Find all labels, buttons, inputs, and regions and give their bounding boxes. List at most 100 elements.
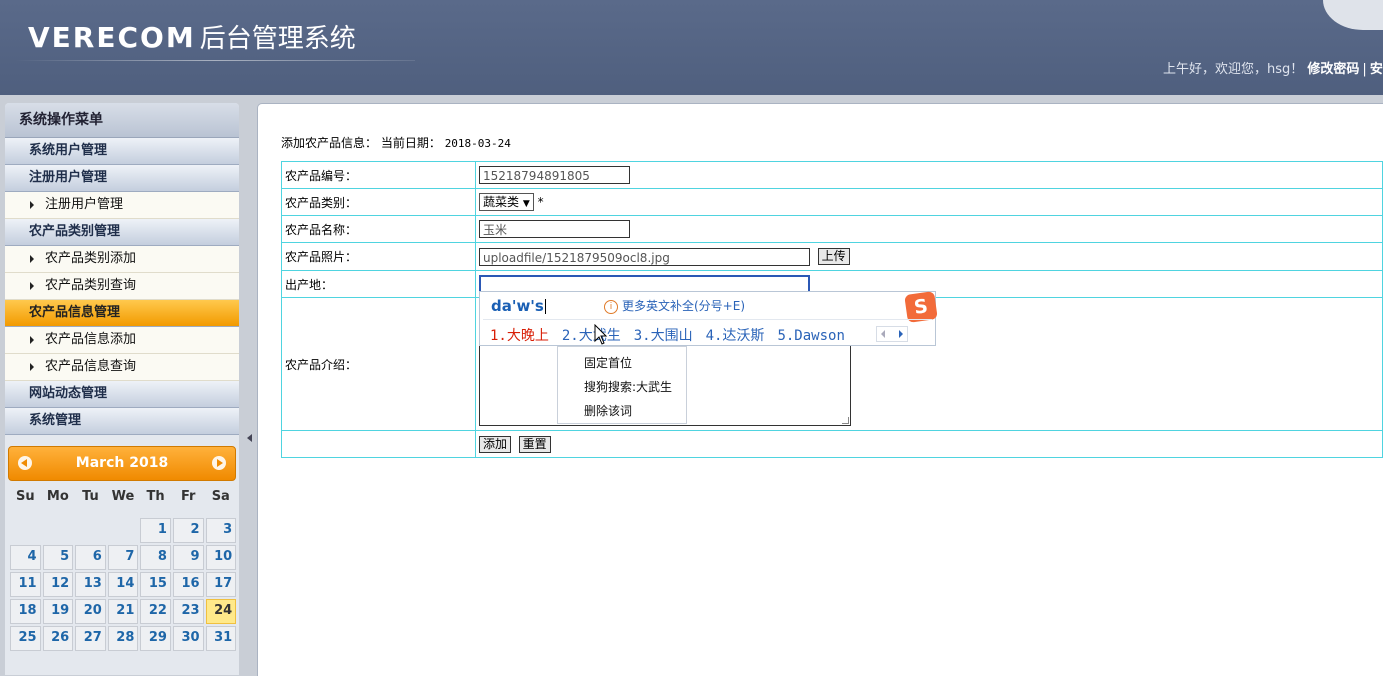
calendar-day[interactable]: 21	[107, 599, 139, 624]
calendar-day[interactable]: 31	[205, 626, 237, 651]
ime-candidate-5[interactable]: 5.Dawson	[777, 328, 844, 344]
calendar-day[interactable]: 18	[10, 599, 41, 624]
calendar-days-grid: 1 2 3 4 5 6 7 8 9 10 11 12 13 14 15 16 17 18 19 20 21 22 23 24 2…	[9, 517, 237, 652]
name-label: 农产品名称：	[281, 215, 476, 243]
resize-grip-icon[interactable]	[842, 417, 849, 424]
calendar-blank-cell	[108, 518, 139, 543]
weekday-su: Su	[15, 489, 35, 504]
photo-label: 农产品照片：	[281, 242, 476, 271]
calendar-day[interactable]: 25	[10, 626, 41, 651]
calendar-day-today[interactable]: 24	[205, 599, 237, 624]
menu-item-category-query[interactable]: 农产品类别查询	[5, 273, 239, 300]
menu-group-system[interactable]: 系统管理	[5, 408, 239, 435]
calendar-day[interactable]: 6	[75, 545, 106, 570]
name-input[interactable]: 玉米	[479, 220, 630, 238]
menu-item-product-query[interactable]: 农产品信息查询	[5, 354, 239, 381]
calendar-day[interactable]: 8	[140, 545, 171, 570]
weekday-tu: Tu	[82, 489, 99, 504]
photo-path-input[interactable]: uploadfile/1521879509ocl8.jpg	[479, 247, 810, 266]
calendar-blank-cell	[75, 518, 106, 543]
calendar-day[interactable]: 29	[140, 626, 171, 651]
calendar-day[interactable]: 11	[10, 572, 41, 597]
logo-underline	[15, 60, 415, 61]
menu-group-system-users[interactable]: 系统用户管理	[5, 138, 239, 165]
calendar-day[interactable]: 12	[42, 572, 74, 597]
text-caret	[544, 299, 546, 314]
code-input[interactable]: 15218794891805	[479, 166, 630, 184]
calendar-day[interactable]: 10	[205, 545, 237, 570]
page-title: 添加农产品信息：	[281, 136, 378, 150]
ctx-sogou-search[interactable]: 搜狗搜索:大武生	[584, 378, 672, 395]
app-logo: VERECOM 后台管理系统	[28, 21, 356, 54]
calendar-day[interactable]: 27	[75, 626, 106, 651]
caret-right-icon	[30, 336, 34, 344]
chevron-right-icon[interactable]	[212, 456, 226, 470]
dropdown-arrow-icon: ▼	[522, 199, 530, 209]
calendar-day[interactable]: 13	[75, 572, 106, 597]
ime-candidate-4[interactable]: 4.达沃斯	[706, 328, 765, 344]
calendar-day[interactable]: 4	[10, 545, 41, 570]
menu-group-category[interactable]: 农产品类别管理	[5, 219, 239, 246]
caret-right-icon	[30, 255, 34, 263]
calendar-day[interactable]: 3	[205, 518, 237, 543]
ime-divider	[483, 319, 932, 320]
code-label: 农产品编号：	[281, 161, 476, 189]
calendar-day[interactable]: 14	[107, 572, 139, 597]
sidebar-collapse-handle[interactable]	[244, 410, 256, 466]
ctx-delete-word[interactable]: 删除该词	[584, 402, 632, 419]
weekday-we: We	[111, 489, 135, 504]
calendar-day[interactable]: 30	[172, 626, 204, 651]
calendar-day[interactable]: 17	[205, 572, 237, 597]
calendar-day[interactable]: 16	[172, 572, 204, 597]
info-icon: i	[604, 299, 618, 314]
calendar-blank-cell	[10, 518, 41, 543]
menu-item-product-add[interactable]: 农产品信息添加	[5, 327, 239, 354]
menu-item-category-add[interactable]: 农产品类别添加	[5, 246, 239, 273]
menu-item-registered-user-manage[interactable]: 注册用户管理	[5, 192, 239, 219]
menu-group-news[interactable]: 网站动态管理	[5, 381, 239, 408]
calendar-weekdays: Su Mo Tu We Th Fr Sa	[9, 489, 237, 504]
calendar-day[interactable]: 22	[140, 599, 171, 624]
reset-button[interactable]: 重置	[518, 435, 551, 453]
ime-page-arrows-icon[interactable]	[876, 326, 908, 342]
ime-candidate-3[interactable]: 3.大围山	[634, 328, 693, 344]
calendar-day[interactable]: 20	[75, 599, 106, 624]
origin-label: 出产地：	[281, 270, 476, 298]
current-date-value: 2018-03-24	[444, 137, 511, 150]
calendar-day[interactable]: 5	[42, 545, 74, 570]
calendar-widget: March 2018 Su Mo Tu We Th Fr Sa 1 2 3 4 5 6 7 8 9 10 11 1…	[5, 444, 238, 656]
current-date-label: 当前日期：	[380, 136, 441, 150]
calendar-day[interactable]: 7	[107, 545, 139, 570]
ime-candidate-1[interactable]: 1.大晚上	[490, 328, 549, 344]
calendar-day[interactable]: 23	[172, 599, 204, 624]
calendar-day[interactable]: 2	[172, 518, 204, 543]
category-select[interactable]: 蔬菜类 ▼	[479, 193, 534, 211]
ctx-pin-first[interactable]: 固定首位	[584, 354, 632, 371]
weekday-sa: Sa	[211, 489, 230, 504]
calendar-day[interactable]: 15	[140, 572, 171, 597]
calendar-day[interactable]: 26	[42, 626, 74, 651]
calendar-blank-cell	[43, 518, 74, 543]
ime-candidate-2[interactable]: 2.大武生	[562, 328, 621, 344]
change-password-link[interactable]: 修改密码	[1307, 62, 1359, 77]
menu-group-registered-users[interactable]: 注册用户管理	[5, 165, 239, 192]
add-button[interactable]: 添加	[479, 435, 512, 453]
menu-group-product-info[interactable]: 农产品信息管理	[5, 300, 239, 327]
caret-right-icon	[30, 201, 34, 209]
calendar-day[interactable]: 28	[107, 626, 139, 651]
mouse-cursor-icon	[594, 324, 608, 345]
calendar-day[interactable]: 19	[42, 599, 74, 624]
calendar-day[interactable]: 9	[172, 545, 204, 570]
ime-hint[interactable]: i 更多英文补全(分号+E)	[604, 297, 745, 314]
menu-title: 系统操作菜单	[5, 103, 239, 138]
app-title: 后台管理系统	[199, 24, 356, 54]
calendar-day[interactable]: 1	[140, 518, 171, 543]
page-heading: 添加农产品信息： 当前日期： 2018-03-24	[281, 134, 511, 151]
weekday-mo: Mo	[46, 489, 69, 504]
ime-context-menu: 固定首位 搜狗搜索:大武生 删除该词	[557, 346, 687, 424]
link-separator: |	[1362, 62, 1367, 77]
logout-link[interactable]: 安	[1370, 62, 1383, 77]
upload-button[interactable]: 上传	[817, 248, 850, 265]
weekday-th: Th	[146, 489, 165, 504]
required-mark: *	[537, 195, 544, 209]
